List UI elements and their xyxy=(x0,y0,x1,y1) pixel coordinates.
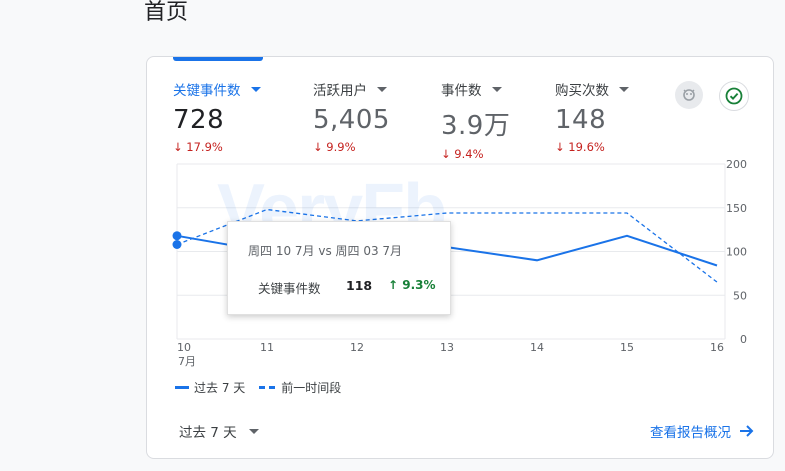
tooltip-change: ↑ 9.3% xyxy=(388,278,436,292)
metric-label: 购买次数 xyxy=(555,83,609,99)
legend-dashed-line-icon xyxy=(259,386,276,389)
metric-active-users[interactable]: 活跃用户 5,405 ↓ 9.9% xyxy=(313,79,390,154)
x-tick-label: 15 xyxy=(620,341,634,354)
caret-down-icon xyxy=(248,428,259,434)
caret-down-icon xyxy=(377,86,387,92)
tooltip-metric-value: 118 xyxy=(346,278,373,293)
date-range-dropdown[interactable]: 过去 7 天 xyxy=(179,421,259,441)
metric-change: ↓ 9.9% xyxy=(313,140,356,154)
arrow-right-icon xyxy=(740,425,754,437)
x-tick-label: 11 xyxy=(260,341,274,354)
legend-solid-line-icon xyxy=(175,386,189,389)
metric-value: 5,405 xyxy=(313,105,390,135)
caret-down-icon xyxy=(619,86,629,92)
y-tick-label: 50 xyxy=(733,289,747,302)
x-tick-label: 12 xyxy=(350,341,364,354)
metric-label: 关键事件数 xyxy=(173,83,241,99)
page-title: 首页 xyxy=(144,0,189,25)
metric-value: 148 xyxy=(555,105,607,135)
data-point xyxy=(172,240,182,249)
y-tick-label: 150 xyxy=(726,202,747,215)
x-tick-label: 10 xyxy=(177,341,191,354)
chart-legend: 过去 7 天 前一时间段 xyxy=(175,379,341,396)
insights-icon xyxy=(683,89,695,101)
y-tick-label: 200 xyxy=(726,158,747,171)
legend-current-label: 过去 7 天 xyxy=(194,381,246,395)
chart-tooltip: 周四 10 7月 vs 周四 03 7月 关键事件数 118 ↑ 9.3% xyxy=(227,221,451,315)
date-range-label: 过去 7 天 xyxy=(179,425,237,441)
metric-key-events[interactable]: 关键事件数 728 ↓ 17.9% xyxy=(173,79,261,154)
caret-down-icon xyxy=(250,86,261,92)
report-link-label: 查看报告概况 xyxy=(650,425,731,441)
data-point xyxy=(172,231,182,241)
tooltip-title: 周四 10 7月 vs 周四 03 7月 xyxy=(248,244,403,258)
key-metrics-card: 关键事件数 728 ↓ 17.9% 活跃用户 5,405 ↓ 9.9% 事件数 … xyxy=(146,56,774,459)
metric-value: 728 xyxy=(173,105,225,135)
insights-button[interactable] xyxy=(675,81,703,109)
metric-label: 活跃用户 xyxy=(313,83,367,99)
y-tick-label: 100 xyxy=(726,246,747,259)
x-tick-label: 16 xyxy=(710,341,724,354)
x-tick-label: 14 xyxy=(530,341,544,354)
y-tick-label: 0 xyxy=(740,333,747,346)
x-tick-sublabel: 7月 xyxy=(178,355,196,368)
check-button[interactable] xyxy=(719,81,749,111)
view-report-link[interactable]: 查看报告概况 xyxy=(650,421,755,441)
caret-down-icon xyxy=(491,86,502,92)
metric-label: 事件数 xyxy=(441,83,482,99)
metric-change: ↓ 17.9% xyxy=(173,140,223,154)
x-tick-label: 13 xyxy=(440,341,454,354)
metric-event-count[interactable]: 事件数 3.9万 ↓ 9.4% xyxy=(441,79,510,161)
legend-previous-label: 前一时间段 xyxy=(281,381,342,395)
metric-purchases[interactable]: 购买次数 148 ↓ 19.6% xyxy=(555,79,629,154)
tooltip-metric-label: 关键事件数 xyxy=(258,281,321,296)
check-circle-icon xyxy=(725,87,743,105)
active-metric-indicator xyxy=(173,57,263,61)
metric-change: ↓ 19.6% xyxy=(555,140,605,154)
metric-value: 3.9万 xyxy=(441,111,511,141)
